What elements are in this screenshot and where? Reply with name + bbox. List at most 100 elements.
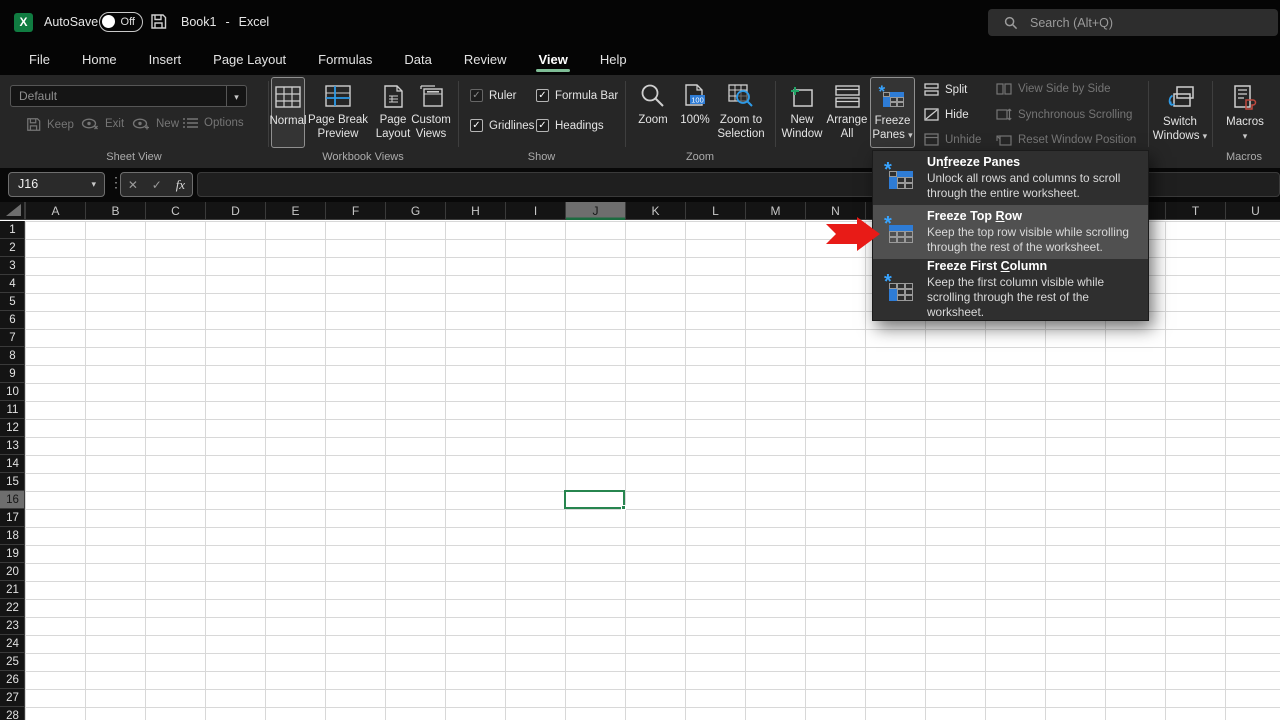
- menu-item-title: Freeze Top Row: [927, 209, 1139, 223]
- group-separator: [458, 81, 459, 147]
- zoom-to-selection-button[interactable]: Zoom toSelection: [714, 77, 768, 142]
- row-header-7[interactable]: 7: [0, 329, 25, 347]
- tab-help[interactable]: Help: [584, 45, 643, 75]
- tab-page-layout[interactable]: Page Layout: [197, 45, 302, 75]
- column-header-E[interactable]: E: [265, 202, 325, 220]
- row-header-28[interactable]: 28: [0, 707, 25, 720]
- macros-button[interactable]: Macros▾: [1220, 79, 1270, 144]
- column-header-T[interactable]: T: [1165, 202, 1225, 220]
- column-header-M[interactable]: M: [745, 202, 805, 220]
- row-header-26[interactable]: 26: [0, 671, 25, 689]
- normal-view-button[interactable]: Normal: [271, 77, 305, 148]
- select-all-corner[interactable]: [0, 202, 25, 220]
- column-header-L[interactable]: L: [685, 202, 745, 220]
- freeze-panes-button[interactable]: * FreezePanes ▾: [870, 77, 915, 148]
- unhide-button[interactable]: Unhide: [924, 133, 981, 146]
- tab-formulas[interactable]: Formulas: [302, 45, 388, 75]
- tab-review[interactable]: Review: [448, 45, 523, 75]
- new-sheet-view-button[interactable]: New: [132, 117, 179, 130]
- autosave-toggle[interactable]: Off: [99, 12, 143, 32]
- zoom-100-button[interactable]: 100 100%: [676, 77, 714, 127]
- row-header-5[interactable]: 5: [0, 293, 25, 311]
- reset-window-position-button[interactable]: Reset Window Position: [996, 133, 1136, 146]
- new-window-button[interactable]: NewWindow: [780, 77, 824, 142]
- row-header-15[interactable]: 15: [0, 473, 25, 491]
- menu-item-freeze-top-row[interactable]: * Freeze Top Row Keep the top row visibl…: [873, 205, 1148, 259]
- options-button[interactable]: Options: [183, 117, 244, 129]
- row-header-2[interactable]: 2: [0, 239, 25, 257]
- name-box[interactable]: J16 ▾: [8, 172, 105, 197]
- row-header-12[interactable]: 12: [0, 419, 25, 437]
- enter-icon[interactable]: ✓: [152, 178, 162, 192]
- row-header-6[interactable]: 6: [0, 311, 25, 329]
- row-header-27[interactable]: 27: [0, 689, 25, 707]
- snowflake-icon: *: [884, 213, 892, 236]
- hide-button[interactable]: Hide: [924, 108, 969, 121]
- row-header-25[interactable]: 25: [0, 653, 25, 671]
- column-header-U[interactable]: U: [1225, 202, 1280, 220]
- row-header-17[interactable]: 17: [0, 509, 25, 527]
- search-input[interactable]: Search (Alt+Q): [988, 9, 1278, 36]
- gridlines-checkbox[interactable]: ✓ Gridlines: [470, 119, 534, 132]
- row-header-24[interactable]: 24: [0, 635, 25, 653]
- row-header-10[interactable]: 10: [0, 383, 25, 401]
- row-header-11[interactable]: 11: [0, 401, 25, 419]
- tab-file[interactable]: File: [13, 45, 66, 75]
- formula-bar-checkbox[interactable]: ✓ Formula Bar: [536, 89, 618, 102]
- column-header-C[interactable]: C: [145, 202, 205, 220]
- checkbox-checked-icon: ✓: [536, 89, 549, 102]
- tab-view[interactable]: View: [522, 45, 583, 75]
- column-header-H[interactable]: H: [445, 202, 505, 220]
- tab-data[interactable]: Data: [388, 45, 447, 75]
- menu-item-freeze-first-column[interactable]: * Freeze First Column Keep the first col…: [873, 259, 1148, 320]
- row-header-16[interactable]: 16: [0, 491, 25, 509]
- menu-item-unfreeze-panes[interactable]: * Unfreeze Panes Unlock all rows and col…: [873, 151, 1148, 205]
- column-header-J[interactable]: J: [565, 202, 625, 220]
- arrange-all-button[interactable]: ArrangeAll: [826, 77, 868, 142]
- column-header-G[interactable]: G: [385, 202, 445, 220]
- row-header-13[interactable]: 13: [0, 437, 25, 455]
- row-header-18[interactable]: 18: [0, 527, 25, 545]
- column-header-K[interactable]: K: [625, 202, 685, 220]
- row-header-3[interactable]: 3: [0, 257, 25, 275]
- ruler-checkbox[interactable]: ✓ Ruler: [470, 89, 516, 102]
- row-header-22[interactable]: 22: [0, 599, 25, 617]
- cancel-icon[interactable]: ✕: [128, 178, 138, 192]
- row-header-14[interactable]: 14: [0, 455, 25, 473]
- row-header-4[interactable]: 4: [0, 275, 25, 293]
- column-header-A[interactable]: A: [25, 202, 85, 220]
- menu-item-title: Unfreeze Panes: [927, 155, 1139, 169]
- save-button[interactable]: [150, 13, 167, 30]
- row-header-23[interactable]: 23: [0, 617, 25, 635]
- excel-logo-icon[interactable]: X: [14, 13, 33, 32]
- switch-windows-button[interactable]: SwitchWindows ▾: [1152, 79, 1208, 144]
- selected-cell[interactable]: [564, 490, 625, 509]
- sheet-view-dropdown[interactable]: Default ▾: [10, 85, 247, 107]
- column-header-B[interactable]: B: [85, 202, 145, 220]
- column-header-D[interactable]: D: [205, 202, 265, 220]
- column-header-I[interactable]: I: [505, 202, 565, 220]
- group-separator: [1148, 81, 1149, 147]
- row-header-1[interactable]: 1: [0, 221, 25, 239]
- tab-insert[interactable]: Insert: [133, 45, 198, 75]
- split-button[interactable]: Split: [924, 83, 967, 96]
- synchronous-scrolling-button[interactable]: Synchronous Scrolling: [996, 108, 1132, 121]
- zoom-button[interactable]: Zoom: [632, 77, 674, 127]
- row-header-19[interactable]: 19: [0, 545, 25, 563]
- side-by-side-icon: [996, 83, 1012, 95]
- row-header-21[interactable]: 21: [0, 581, 25, 599]
- exit-button[interactable]: Exit: [81, 117, 124, 130]
- insert-function-icon[interactable]: fx: [176, 177, 185, 193]
- column-header-F[interactable]: F: [325, 202, 385, 220]
- row-header-8[interactable]: 8: [0, 347, 25, 365]
- row-header-9[interactable]: 9: [0, 365, 25, 383]
- page-break-preview-button[interactable]: Page BreakPreview: [307, 77, 369, 142]
- tab-home[interactable]: Home: [66, 45, 133, 75]
- fill-handle[interactable]: [621, 505, 626, 510]
- checkbox-checked-icon: ✓: [470, 89, 483, 102]
- custom-views-button[interactable]: CustomViews: [407, 77, 455, 142]
- keep-button[interactable]: Keep: [26, 117, 74, 132]
- headings-checkbox[interactable]: ✓ Headings: [536, 119, 604, 132]
- view-side-by-side-button[interactable]: View Side by Side: [996, 83, 1110, 95]
- row-header-20[interactable]: 20: [0, 563, 25, 581]
